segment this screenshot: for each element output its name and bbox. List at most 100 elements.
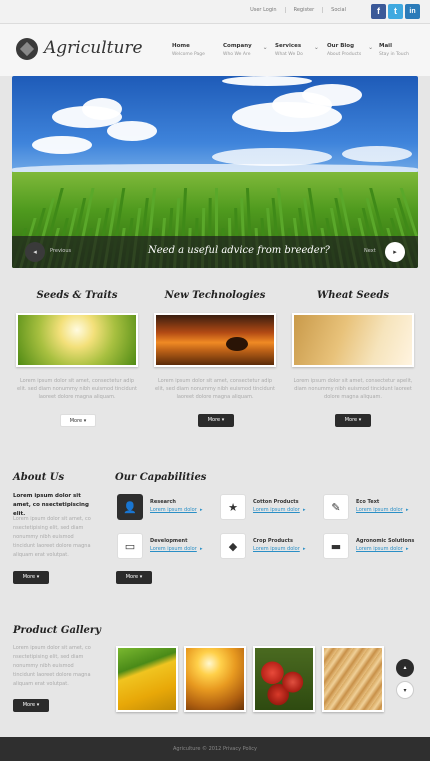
footer-text: Agriculture © 2012 Privacy Policy: [172, 746, 258, 752]
arrow-right-icon: ▸: [406, 546, 409, 552]
feature-image-tech[interactable]: [154, 313, 276, 367]
user-login-link[interactable]: User Login: [242, 7, 284, 13]
cap-crop-link[interactable]: Lorem ipsum dolor: [253, 546, 300, 552]
nav-mail-title: Mail: [379, 43, 392, 49]
nav-services-sub: What We Do: [275, 52, 303, 57]
cloud-shape: [342, 146, 412, 162]
feature-text-seeds: Lorem ipsum dolor sit amet, consectetur …: [17, 378, 137, 400]
gallery-up-button[interactable]: ▴: [396, 659, 414, 677]
user-icon[interactable]: 👤: [117, 494, 143, 520]
nav-mail-sub: Stay in Touch: [379, 52, 409, 57]
tag-icon[interactable]: ◆: [220, 533, 246, 559]
cap-crop-title: Crop Products: [253, 538, 293, 544]
arrow-right-icon: ▸: [406, 507, 409, 513]
nav-home-sub: Welcome Page: [172, 52, 205, 57]
more-label: More: [344, 417, 358, 423]
feature-title-tech: New Technologies: [164, 290, 266, 301]
more-button-seeds[interactable]: More ▾: [60, 414, 96, 427]
more-label: More: [22, 574, 36, 580]
nav-blog[interactable]: Our Blog About Products ⌄: [327, 43, 373, 57]
nav-company-sub: Who We Are: [223, 52, 251, 57]
more-button-wheat[interactable]: More ▾: [335, 414, 371, 427]
gallery-image-grain[interactable]: [322, 646, 384, 712]
logo-icon[interactable]: [16, 38, 38, 60]
feature-image-seeds[interactable]: [16, 313, 138, 367]
gallery-image-corn[interactable]: [116, 646, 178, 712]
nav-blog-title: Our Blog: [327, 43, 355, 49]
tree-shape: [226, 337, 248, 351]
cap-cotton-title: Cotton Products: [253, 499, 299, 505]
gallery-image-wheat-sunset[interactable]: [184, 646, 246, 712]
nav-home[interactable]: Home Welcome Page: [172, 43, 205, 57]
pencil-icon[interactable]: ✎: [323, 494, 349, 520]
top-links: User Login Register Social: [242, 7, 354, 13]
cloud-shape: [107, 121, 157, 141]
prev-label[interactable]: Previous: [50, 248, 71, 254]
cloud-shape: [302, 84, 362, 106]
facebook-icon[interactable]: f: [371, 4, 386, 19]
more-label: More: [207, 417, 221, 423]
footer: Agriculture © 2012 Privacy Policy: [0, 737, 430, 761]
folder-icon[interactable]: ▬: [323, 533, 349, 559]
prev-arrow-button[interactable]: ◂: [25, 242, 45, 262]
feature-title-wheat: Wheat Seeds: [316, 290, 389, 301]
register-link[interactable]: Register: [284, 7, 323, 13]
chevron-down-icon: ⌄: [262, 44, 268, 51]
nav-home-title: Home: [172, 43, 190, 49]
more-button-tech[interactable]: More ▾: [198, 414, 234, 427]
nav-blog-sub: About Products: [327, 52, 362, 57]
feature-text-tech: Lorem ipsum dolor sit amet, consectetur …: [155, 378, 275, 400]
arrow-right-icon: ▸: [200, 546, 203, 552]
nav-services[interactable]: Services What We Do ⌄: [275, 43, 319, 57]
cloud-shape: [222, 76, 312, 86]
more-label: More: [22, 702, 36, 708]
feature-image-wheat[interactable]: [292, 313, 414, 367]
cap-agro-title: Agronomic Solutions: [356, 538, 415, 544]
nav-mail[interactable]: Mail Stay in Touch: [379, 43, 409, 57]
gallery-text: Lorem ipsum dolor sit amet, co nsectetip…: [13, 645, 91, 687]
cap-agro-link[interactable]: Lorem ipsum dolor: [356, 546, 403, 552]
cap-dev-link[interactable]: Lorem ipsum dolor: [150, 546, 197, 552]
arrow-right-icon: ▸: [200, 507, 203, 513]
social-label: Social: [322, 7, 354, 13]
arrow-right-icon: ▸: [303, 507, 306, 513]
arrow-right-icon: ▸: [303, 546, 306, 552]
slider-controls: ◂ Previous Need a useful advice from bre…: [12, 236, 418, 268]
about-title: About Us: [13, 472, 65, 483]
top-bar: User Login Register Social f t in: [0, 0, 430, 24]
cloud-shape: [82, 98, 122, 120]
gallery-down-button[interactable]: ▾: [396, 681, 414, 699]
more-button-gallery[interactable]: More ▾: [13, 699, 49, 712]
cap-eco-title: Eco Text: [356, 499, 380, 505]
chevron-down-icon: ⌄: [368, 44, 374, 51]
more-button-about[interactable]: More ▾: [13, 571, 49, 584]
more-button-capabilities[interactable]: More ▾: [116, 571, 152, 584]
nav-company[interactable]: Company Who We Are ⌄: [223, 43, 268, 57]
feature-text-wheat: Lorem ipsum dolor sit amet, consectetur …: [293, 378, 413, 400]
hero-slider: ◂ Previous Need a useful advice from bre…: [12, 76, 418, 268]
capabilities-title: Our Capabilities: [115, 472, 207, 483]
next-label[interactable]: Next: [364, 248, 376, 254]
linkedin-icon[interactable]: in: [405, 4, 420, 19]
monitor-icon[interactable]: ▭: [117, 533, 143, 559]
more-label: More: [125, 574, 139, 580]
cloud-shape: [32, 136, 92, 154]
cap-cotton-link[interactable]: Lorem ipsum dolor: [253, 507, 300, 513]
cap-dev-title: Development: [150, 538, 188, 544]
gallery-title: Product Gallery: [13, 625, 101, 636]
more-label: More: [69, 418, 83, 424]
cap-eco-link[interactable]: Lorem ipsum dolor: [356, 507, 403, 513]
twitter-icon[interactable]: t: [388, 4, 403, 19]
feature-title-seeds: Seeds & Traits: [36, 290, 118, 301]
nav-services-title: Services: [275, 43, 302, 49]
star-icon[interactable]: ★: [220, 494, 246, 520]
cap-research-link[interactable]: Lorem ipsum dolor: [150, 507, 197, 513]
chevron-down-icon: ⌄: [313, 44, 319, 51]
nav-company-title: Company: [223, 43, 252, 49]
slide-caption: Need a useful advice from breeder?: [148, 245, 330, 256]
cap-research-title: Research: [150, 499, 176, 505]
about-text: Lorem ipsum dolor sit amet, co nsectetip…: [13, 516, 91, 558]
gallery-image-tomatoes[interactable]: [253, 646, 315, 712]
next-arrow-button[interactable]: ▸: [385, 242, 405, 262]
logo-text[interactable]: Agriculture: [44, 38, 143, 58]
